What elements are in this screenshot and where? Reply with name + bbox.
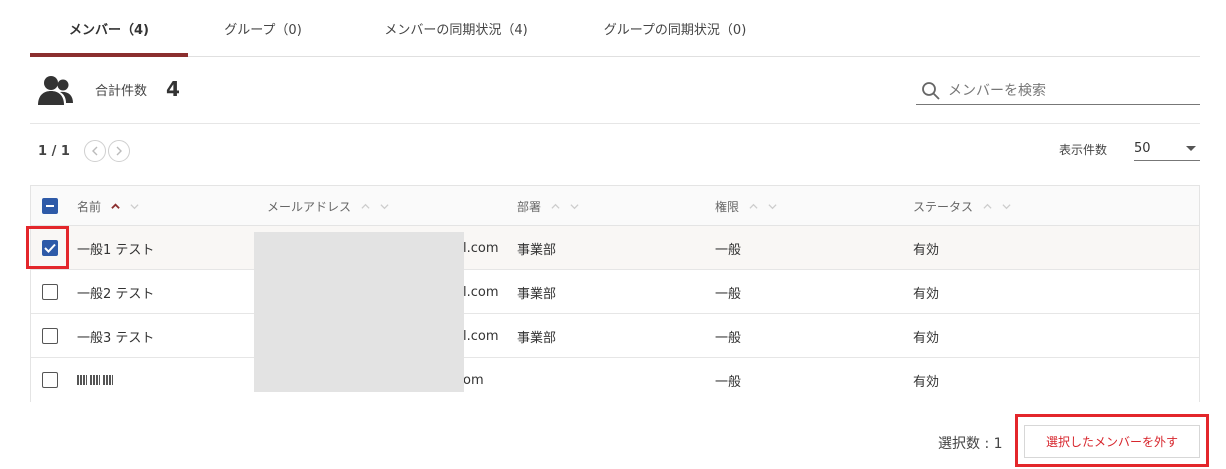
table-row[interactable]: om 一般 有効 <box>31 358 1199 402</box>
member-name: 一般2 テスト <box>77 286 155 302</box>
tab-members[interactable]: メンバー（4) <box>30 0 188 57</box>
column-header-email[interactable]: メールアドレス <box>267 186 399 226</box>
sort-desc-icon[interactable] <box>130 202 139 211</box>
column-header-permission[interactable]: 権限 <box>715 186 787 226</box>
search-input[interactable] <box>948 83 1188 99</box>
caret-down-icon <box>1186 145 1196 151</box>
sort-desc-icon[interactable] <box>768 202 777 211</box>
member-name: 一般3 テスト <box>77 330 155 346</box>
table-row[interactable]: 一般3 テスト l.com 事業部 一般 有効 <box>31 314 1199 358</box>
sort-asc-icon[interactable] <box>111 202 120 211</box>
tab-bar: メンバー（4) グループ（0) メンバーの同期状況（4) グループの同期状況（0… <box>30 0 1200 57</box>
member-name: 一般1 テスト <box>77 242 155 258</box>
member-search <box>916 78 1200 105</box>
sort-asc-icon[interactable] <box>361 202 370 211</box>
total-count-value: 4 <box>166 77 180 101</box>
page-indicator: 1 / 1 <box>38 143 70 159</box>
member-department: 事業部 <box>517 242 557 258</box>
active-tab-indicator <box>30 53 188 57</box>
total-count-label: 合計件数 <box>95 84 148 99</box>
member-email: l.com <box>463 284 499 300</box>
search-icon <box>922 82 940 100</box>
member-status: 有効 <box>913 374 940 390</box>
member-email: l.com <box>463 328 499 344</box>
prev-page-button[interactable] <box>83 140 106 162</box>
tab-groups[interactable]: グループ（0) <box>188 0 338 57</box>
column-permission-label: 権限 <box>715 199 740 214</box>
select-all-checkbox[interactable] <box>42 198 58 214</box>
per-page-value: 50 <box>1134 140 1151 156</box>
column-status-label: ステータス <box>913 199 974 214</box>
highlight-button-box <box>1015 414 1209 467</box>
sort-desc-icon[interactable] <box>380 202 389 211</box>
table-row[interactable]: 一般1 テスト l.com 事業部 一般 有効 <box>31 226 1199 270</box>
sort-controls <box>749 202 787 211</box>
column-header-department[interactable]: 部署 <box>517 186 589 226</box>
sort-asc-icon[interactable] <box>749 202 758 211</box>
member-permission: 一般 <box>715 374 742 390</box>
per-page-label: 表示件数 <box>1059 143 1108 157</box>
column-name-label: 名前 <box>77 199 102 214</box>
sort-asc-icon[interactable] <box>983 202 992 211</box>
row-checkbox[interactable] <box>42 328 58 344</box>
summary-bar: 合計件数 4 <box>30 58 1200 124</box>
next-page-button[interactable] <box>107 140 130 162</box>
users-icon <box>38 76 73 105</box>
chevron-left-icon <box>91 146 98 156</box>
dash-icon <box>46 205 54 207</box>
pagination: 1 / 1 <box>38 140 132 162</box>
column-header-name[interactable]: 名前 <box>77 186 149 226</box>
sort-controls <box>361 202 399 211</box>
column-header-status[interactable]: ステータス <box>913 186 1021 226</box>
tab-member-sync-status[interactable]: メンバーの同期状況（4) <box>350 0 562 57</box>
tab-group-sync-status[interactable]: グループの同期状況（0) <box>580 0 770 57</box>
sort-controls <box>111 202 149 211</box>
per-page-select[interactable]: 50 <box>1134 136 1200 161</box>
member-name-obscured <box>77 358 113 402</box>
member-status: 有効 <box>913 242 940 258</box>
redacted-email-block <box>254 232 464 392</box>
sort-asc-icon[interactable] <box>551 202 560 211</box>
member-department: 事業部 <box>517 330 557 346</box>
column-department-label: 部署 <box>517 199 542 214</box>
sort-desc-icon[interactable] <box>570 202 579 211</box>
member-permission: 一般 <box>715 330 742 346</box>
member-email: om <box>463 372 484 388</box>
member-status: 有効 <box>913 286 940 302</box>
member-permission: 一般 <box>715 286 742 302</box>
chevron-right-icon <box>116 146 122 156</box>
member-status: 有効 <box>913 330 940 346</box>
selected-count: 選択数 : 1 <box>938 436 1003 452</box>
obscured-name-glyphs <box>77 375 113 385</box>
table-header: 名前 メールアドレス 部署 権限 ステータス <box>31 186 1199 226</box>
member-permission: 一般 <box>715 242 742 258</box>
sort-controls <box>551 202 589 211</box>
column-email-label: メールアドレス <box>267 199 352 214</box>
member-email: l.com <box>463 240 499 256</box>
sort-desc-icon[interactable] <box>1002 202 1011 211</box>
member-table: 名前 メールアドレス 部署 権限 ステータス 一般1 テスト l.com 事業部… <box>30 185 1200 402</box>
table-row[interactable]: 一般2 テスト l.com 事業部 一般 有効 <box>31 270 1199 314</box>
highlight-checkbox-box <box>26 226 69 269</box>
sort-controls <box>983 202 1021 211</box>
member-department: 事業部 <box>517 286 557 302</box>
row-checkbox[interactable] <box>42 372 58 388</box>
row-checkbox[interactable] <box>42 284 58 300</box>
